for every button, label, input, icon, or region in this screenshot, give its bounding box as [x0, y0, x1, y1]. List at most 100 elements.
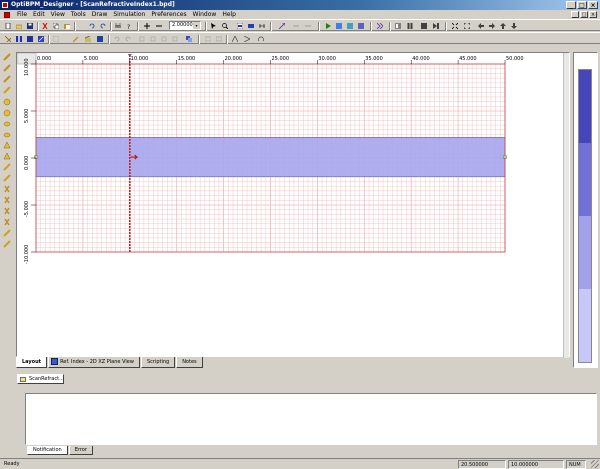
document-tab[interactable]: ScanRefract... — [17, 374, 64, 384]
palette-icon-2[interactable] — [3, 64, 11, 72]
pause-icon[interactable] — [406, 22, 414, 30]
select-pointer-icon[interactable] — [210, 22, 218, 30]
tab-layout[interactable]: Layout — [16, 357, 48, 368]
resize-grip[interactable] — [591, 460, 599, 468]
palette-icon-9[interactable] — [3, 141, 11, 149]
pan-down-icon[interactable] — [510, 22, 518, 30]
wave-tool-icon[interactable] — [4, 35, 12, 43]
linear-waveguide-icon[interactable] — [15, 35, 23, 43]
edit-profile-icon[interactable] — [72, 35, 80, 43]
save-icon[interactable] — [26, 22, 34, 30]
palette-icon-11[interactable] — [3, 163, 11, 171]
tab-notes[interactable]: Notes — [176, 357, 203, 368]
palette-icon-3[interactable] — [3, 75, 11, 83]
print-icon[interactable] — [114, 22, 122, 30]
arrow-tool-icon[interactable] — [278, 22, 286, 30]
analyzer-icon[interactable] — [357, 22, 365, 30]
rotate-icon[interactable] — [257, 35, 265, 43]
palette-icon-15[interactable] — [4, 207, 10, 215]
maximize-button[interactable]: □ — [577, 1, 587, 9]
zoom-extents-icon[interactable] — [463, 22, 471, 30]
align-left-icon[interactable] — [160, 35, 168, 43]
mirror-x-icon[interactable] — [231, 35, 239, 43]
disabled-tool-icon[interactable] — [52, 35, 60, 43]
pan-up-icon[interactable] — [499, 22, 507, 30]
tab-error[interactable]: Error — [68, 446, 93, 455]
observation-line-icon[interactable] — [258, 22, 266, 30]
align-bottom-icon[interactable] — [149, 35, 157, 43]
close-button[interactable]: × — [588, 1, 598, 9]
profiles-icon[interactable] — [96, 35, 104, 43]
copy-icon[interactable] — [52, 22, 60, 30]
minimize-button[interactable]: _ — [566, 1, 576, 9]
output-pane[interactable] — [25, 393, 597, 445]
tapered-waveguide-icon[interactable] — [26, 35, 34, 43]
disabled-tool-icon[interactable] — [204, 35, 212, 43]
doc-close-button[interactable]: × — [589, 11, 597, 18]
scan-icon[interactable] — [376, 22, 384, 30]
palette-icon-16[interactable] — [4, 218, 10, 226]
app-icon[interactable] — [2, 2, 8, 8]
stop-icon[interactable] — [420, 22, 428, 30]
tab-notification[interactable]: Notification — [27, 446, 68, 455]
menu-edit[interactable]: Edit — [30, 10, 48, 19]
menu-draw[interactable]: Draw — [89, 10, 111, 19]
paste-icon[interactable] — [63, 22, 71, 30]
zoom-select[interactable]: 2.00000 ▾ — [169, 21, 201, 30]
palette-icon-8[interactable] — [3, 132, 11, 138]
pan-right-icon[interactable] — [488, 22, 496, 30]
menu-window[interactable]: Window — [190, 10, 220, 19]
menu-simulation[interactable]: Simulation — [110, 10, 148, 19]
undo-icon[interactable] — [88, 22, 96, 30]
palette-icon-7[interactable] — [3, 121, 11, 127]
doc-minimize-button[interactable]: _ — [571, 11, 579, 18]
menu-file[interactable]: File — [14, 10, 30, 19]
palette-icon-18[interactable] — [3, 240, 11, 248]
input-plane-icon[interactable] — [247, 22, 255, 30]
disabled-tool-icon[interactable] — [304, 22, 312, 30]
palette-icon-12[interactable] — [3, 174, 11, 182]
palette-icon-10[interactable] — [3, 152, 11, 160]
document-icon[interactable] — [4, 11, 10, 18]
layout-canvas[interactable]: 0.000 5.000 10.000 15.000 20.000 25.000 30.000… — [16, 52, 570, 358]
palette-icon-1[interactable] — [3, 53, 11, 61]
arc-waveguide-icon[interactable] — [37, 35, 45, 43]
panel-icon[interactable] — [394, 22, 402, 30]
simulation-2d-icon[interactable] — [335, 22, 343, 30]
new-file-icon[interactable] — [4, 22, 12, 30]
zoom-out-icon[interactable] — [155, 22, 163, 30]
palette-icon-4[interactable] — [3, 86, 11, 94]
cut-icon[interactable] — [41, 22, 49, 30]
layout-grid[interactable]: 0.000 5.000 10.000 15.000 20.000 25.000 30.000… — [17, 53, 564, 356]
zoom-fit-icon[interactable] — [451, 22, 459, 30]
pan-left-icon[interactable] — [477, 22, 485, 30]
zoom-window-icon[interactable] — [221, 22, 229, 30]
menu-tools[interactable]: Tools — [68, 10, 89, 19]
step-icon[interactable] — [432, 22, 440, 30]
menu-view[interactable]: View — [48, 10, 68, 19]
disabled-undo-icon[interactable] — [113, 35, 121, 43]
simulation-3d-icon[interactable] — [346, 22, 354, 30]
doc-restore-button[interactable]: □ — [580, 11, 588, 18]
tab-scripting[interactable]: Scripting — [140, 357, 176, 368]
wafer-properties-icon[interactable] — [84, 35, 92, 43]
mirror-y-icon[interactable] — [243, 35, 251, 43]
menu-preferences[interactable]: Preferences — [148, 10, 189, 19]
menu-help[interactable]: Help — [219, 10, 239, 19]
align-right-icon[interactable] — [171, 35, 179, 43]
canvas-vertical-scrollbar[interactable] — [563, 53, 569, 358]
open-folder-icon[interactable] — [15, 22, 23, 30]
palette-icon-17[interactable] — [3, 229, 11, 237]
tab-ref-index[interactable]: Ref. Index - 2D XZ Plane View — [48, 357, 140, 368]
palette-icon-6[interactable] — [3, 109, 11, 117]
run-simulation-icon[interactable] — [324, 22, 332, 30]
redo-icon[interactable] — [99, 22, 107, 30]
zoom-in-icon[interactable] — [143, 22, 151, 30]
palette-icon-13[interactable] — [4, 185, 10, 193]
align-top-icon[interactable] — [138, 35, 146, 43]
layout-icon[interactable] — [236, 22, 244, 30]
palette-icon-5[interactable] — [3, 98, 11, 106]
help-icon[interactable]: ? — [125, 22, 133, 30]
group-icon[interactable] — [185, 35, 193, 43]
disabled-redo-icon[interactable] — [124, 35, 132, 43]
